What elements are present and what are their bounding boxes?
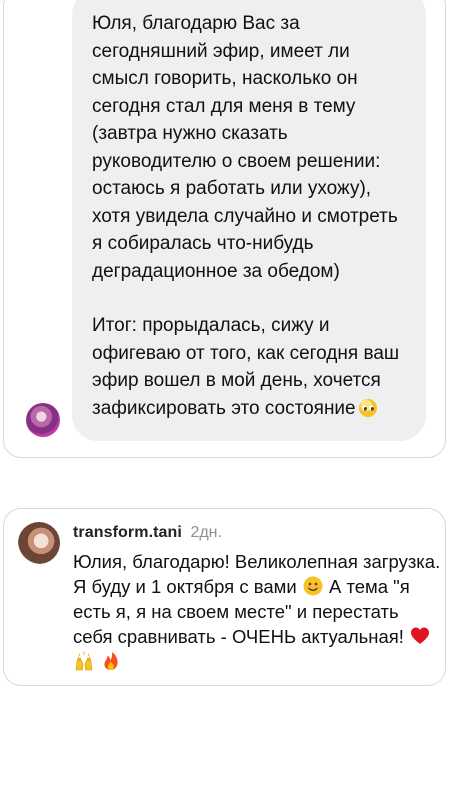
message-paragraph-2-text: Итог: прорыдалась, сижу и офигеваю от то… xyxy=(92,315,400,419)
message-bubble: Юля, благодарю Вас за сегодняшний эфир, … xyxy=(72,0,426,441)
comment-screenshot-card: transform.tani 2дн. Юлия, благодарю! Вел… xyxy=(3,508,446,686)
commenter-avatar[interactable] xyxy=(18,522,60,564)
dm-screenshot-card: Юля, благодарю Вас за сегодняшний эфир, … xyxy=(3,0,446,458)
pleading-face-icon xyxy=(358,398,377,417)
comment-timestamp: 2дн. xyxy=(190,524,222,541)
comment-username[interactable]: transform.tani xyxy=(73,524,182,541)
message-paragraph-2: Итог: прорыдалась, сижу и офигеваю от то… xyxy=(92,312,412,422)
raising-hands-icon xyxy=(74,651,94,671)
red-heart-icon xyxy=(410,626,430,646)
fire-icon xyxy=(101,651,121,671)
sender-avatar[interactable] xyxy=(26,403,60,437)
comment-text: Юлия, благодарю! Великолепная загрузка. … xyxy=(73,549,443,674)
comment-header: transform.tani 2дн. xyxy=(73,523,222,543)
smiling-face-icon xyxy=(303,576,323,596)
message-paragraph-1: Юля, благодарю Вас за сегодняшний эфир, … xyxy=(92,13,398,282)
